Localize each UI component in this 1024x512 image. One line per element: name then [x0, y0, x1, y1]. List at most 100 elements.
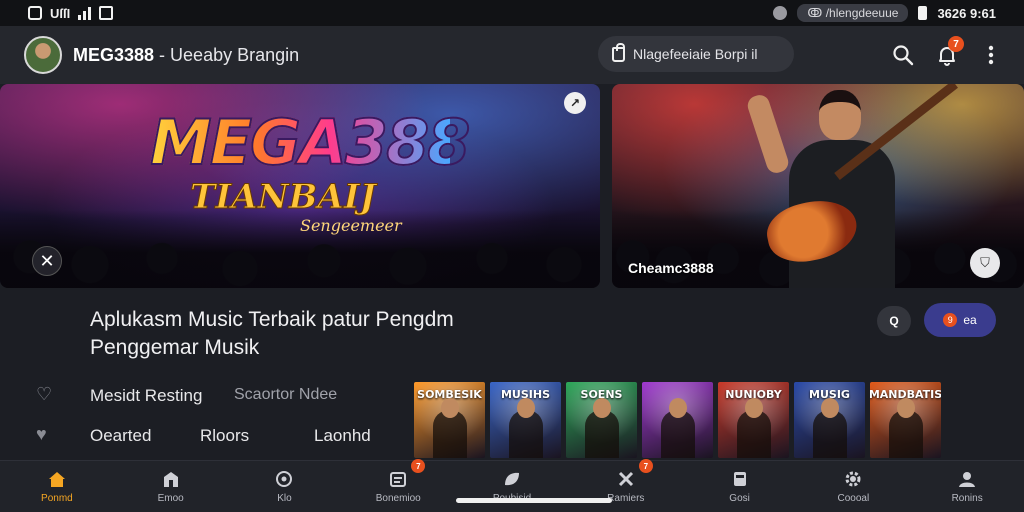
logo-tagline: Sengeemeer — [300, 216, 402, 235]
app-title: MEG3388 - Ueeaby Brangin — [73, 45, 299, 66]
album-thumbnail[interactable]: SOENS — [566, 382, 637, 458]
pill-label: ea — [963, 313, 977, 327]
guitarist-arm — [745, 92, 791, 176]
more-vertical-icon — [988, 45, 994, 65]
album-thumbnail-title: SOENS — [580, 388, 623, 401]
nav-label: Coooal — [837, 492, 870, 504]
guitarist-head — [819, 90, 861, 140]
close-banner-button[interactable]: ✕ — [32, 246, 62, 276]
banner-caption: Cheamc3888 — [628, 260, 714, 276]
nav-item-compass[interactable]: Klo — [228, 461, 342, 512]
mailbox-icon — [730, 470, 750, 488]
mega388-logo: MEGA388 TIANBAIJ Sengeemeer — [149, 106, 471, 262]
heart-outline-icon[interactable]: ♡ — [36, 384, 58, 405]
album-thumbnail[interactable]: MANDBATIS — [870, 382, 941, 458]
guitarist-illustration — [727, 84, 958, 288]
list-row[interactable]: ♡ — [36, 384, 58, 405]
row-label: Oearted — [90, 426, 152, 445]
search-button[interactable] — [890, 42, 916, 68]
notification-badge: 7 — [948, 36, 964, 52]
gear-icon — [843, 470, 863, 488]
nav-label: Klo — [277, 492, 292, 504]
nav-label: Ponmd — [41, 492, 73, 504]
nav-item-home[interactable]: Ponmd — [0, 461, 114, 512]
signal-icon — [78, 6, 92, 20]
pill-badge: 9 — [943, 313, 958, 327]
album-thumbnail-title: SOMBESIK — [417, 388, 482, 401]
status-right: ↂ /hlengdeeuue 3626 9:61 — [773, 4, 996, 22]
album-thumbnail[interactable]: SOMBESIK — [414, 382, 485, 458]
album-thumbnail[interactable] — [642, 382, 713, 458]
compass-icon — [274, 470, 294, 488]
expand-icon: ↗ — [569, 96, 581, 110]
nav-item-tools[interactable]: Ramiers 7 — [569, 459, 683, 512]
album-thumbnail[interactable]: MUSIHS — [490, 382, 561, 458]
tools-icon — [616, 470, 636, 488]
album-thumbnail-title: MUSIG — [809, 388, 850, 401]
app-square-icon — [28, 6, 42, 20]
nav-label: Bonemioo — [375, 492, 421, 504]
nav-label: Ronins — [951, 492, 983, 504]
row-value: Rloors — [200, 426, 250, 445]
feature-pill-label: Nlagefeeiaie Borpi il — [633, 46, 758, 62]
list-row[interactable]: ♥ — [36, 424, 58, 445]
nav-item-store[interactable]: Emoo — [114, 461, 228, 512]
album-thumbnail-title: MUSIHS — [500, 388, 551, 401]
app-name: MEG3388 — [73, 44, 155, 65]
nav-item-calendar[interactable]: Bonemioo 7 — [341, 459, 455, 512]
nav-item-gear[interactable]: Coooal — [796, 461, 910, 512]
store-icon — [161, 470, 181, 488]
screenshot-icon — [99, 6, 114, 20]
bottom-navigation: Ponmd Emoo Klo Bonemioo 7 Poubisid Ramiers 7 Gos… — [0, 459, 1024, 512]
nav-label: Gosi — [729, 492, 750, 504]
nav-label: Ramiers — [607, 492, 645, 504]
album-thumbnail[interactable]: NUNIOBY — [718, 382, 789, 458]
page-headline: Aplukasm Music Terbaik patur Pengdm Peng… — [90, 308, 454, 359]
status-pill: ↂ /hlengdeeuue — [797, 4, 909, 22]
album-thumbnail-title: MANDBATIS — [870, 388, 941, 401]
row-label: Mesidt Resting — [90, 386, 203, 405]
nav-label: Emoo — [157, 492, 184, 504]
hero-banner-right[interactable]: Cheamc3888 ⛉ — [612, 84, 1024, 288]
more-menu-button[interactable] — [978, 42, 1004, 68]
home-indicator[interactable] — [456, 498, 612, 503]
logo-subtitle: TIANBAIJ — [190, 177, 377, 217]
expand-button[interactable]: ↗ — [564, 92, 586, 114]
battery-icon — [918, 6, 928, 20]
calendar-icon — [388, 470, 408, 488]
lock-icon — [612, 42, 625, 62]
nav-badge: 7 — [638, 459, 653, 473]
globe-icon — [773, 6, 788, 20]
status-left: UſſI — [28, 5, 114, 21]
nav-item-profile[interactable]: Ronins — [910, 461, 1024, 512]
shield-icon: ⛉ — [980, 255, 990, 270]
chip-label: Q — [889, 314, 899, 328]
heart-filled-icon[interactable]: ♥ — [36, 424, 58, 445]
album-thumbnail-strip: SOMBESIK MUSIHS SOENS NUNIOBY MUSIG MANDBATIS — [414, 382, 941, 458]
search-icon — [893, 45, 914, 66]
album-thumbnail-title: NUNIOBY — [725, 388, 782, 401]
logo-title: MEGA388 — [149, 106, 471, 179]
feature-pill-button[interactable]: Nlagefeeiaie Borpi il — [598, 36, 794, 72]
nav-item-leaf[interactable]: Poubisid — [455, 461, 569, 512]
profile-icon — [957, 470, 977, 488]
chat-chip-button[interactable]: Q — [877, 306, 911, 336]
status-bar: UſſI ↂ /hlengdeeuue 3626 9:61 — [0, 0, 1024, 26]
shield-button[interactable]: ⛉ — [970, 248, 1000, 278]
home-icon — [47, 470, 67, 488]
avatar[interactable] — [24, 36, 62, 74]
leaf-icon — [502, 470, 522, 488]
row-value: Scaortor Ndee — [234, 386, 338, 403]
nav-item-mailbox[interactable]: Gosi — [683, 461, 797, 512]
status-time: 3626 9:61 — [937, 5, 996, 21]
row-value-2: Laonhd — [314, 426, 371, 445]
nav-badge: 7 — [411, 459, 426, 473]
notifications-button[interactable]: 7 — [934, 36, 964, 68]
app-subtitle: - Ueeaby Brangin — [154, 44, 300, 65]
count-pill-button[interactable]: 9 ea — [924, 303, 996, 337]
hero-banner-left[interactable]: MEGA388 TIANBAIJ Sengeemeer ↗ ✕ — [0, 84, 600, 288]
app-header: MEG3388 - Ueeaby Brangin Nlagefeeiaie Bo… — [0, 26, 1024, 84]
status-left-text: UſſI — [50, 5, 71, 21]
close-icon: ✕ — [39, 250, 55, 271]
album-thumbnail[interactable]: MUSIG — [794, 382, 865, 458]
